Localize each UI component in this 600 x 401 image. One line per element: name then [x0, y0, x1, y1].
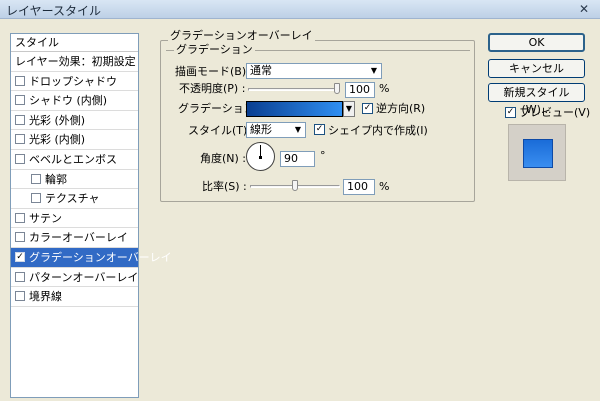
style-list-item[interactable]: サテン	[11, 209, 138, 229]
blend-mode-label: 描画モード(B) :	[175, 65, 254, 78]
group-title: グラデーションオーバーレイ	[168, 29, 315, 43]
style-list-item[interactable]: ベベルとエンボス	[11, 150, 138, 170]
gradient-style-value: 線形	[250, 123, 272, 136]
style-checkbox[interactable]	[15, 134, 25, 145]
style-list-item[interactable]: ドロップシャドウ	[11, 72, 138, 92]
opacity-slider-thumb[interactable]	[334, 83, 340, 94]
cancel-button[interactable]: キャンセル	[488, 59, 585, 78]
gradient-picker-button[interactable]: ▼	[343, 101, 355, 117]
style-list-item-label: シャドウ (内側)	[29, 94, 108, 108]
reverse-checkbox[interactable]: ✓	[362, 103, 373, 114]
style-list-item-label: レイヤー効果：初期設定	[15, 55, 136, 68]
style-list-item[interactable]: 輪郭	[11, 170, 138, 190]
style-list-item-label: 光彩 (外側)	[29, 113, 86, 127]
preview-checkbox[interactable]: ✓	[505, 107, 516, 118]
style-list-item[interactable]: カラーオーバーレイ	[11, 228, 138, 248]
angle-label: 角度(N) :	[200, 152, 247, 165]
style-checkbox[interactable]	[15, 95, 25, 106]
scale-value: 100	[347, 180, 368, 193]
style-list-item-label: ベベルとエンボス	[29, 152, 117, 166]
style-list-item[interactable]: 境界線	[11, 287, 138, 307]
close-icon[interactable]: ✕	[572, 1, 596, 17]
style-list-item[interactable]: 光彩 (外側)	[11, 111, 138, 131]
angle-dial-hand	[259, 145, 262, 159]
style-checkbox[interactable]: ✓	[15, 251, 25, 262]
layer-style-dialog: レイヤースタイル ✕ スタイル レイヤー効果：初期設定 ドロップシャドウ シャドウ …	[0, 0, 600, 401]
opacity-label: 不透明度(P) :	[179, 82, 246, 95]
style-checkbox[interactable]	[31, 173, 41, 184]
opacity-slider-track[interactable]	[248, 88, 340, 91]
style-list-item[interactable]: ✓ グラデーションオーバーレイ	[11, 247, 172, 268]
style-list-header[interactable]: スタイル	[11, 34, 138, 52]
chevron-down-icon: ▼	[345, 104, 353, 113]
style-checkbox[interactable]	[15, 153, 25, 164]
title-bar: レイヤースタイル ✕	[0, 0, 600, 19]
window-title: レイヤースタイル	[6, 4, 102, 18]
blend-mode-select[interactable]: 通常 ▼	[246, 63, 382, 79]
align-with-layer-label: シェイプ内で作成(I)	[328, 124, 428, 137]
style-list-item-label: グラデーションオーバーレイ	[29, 250, 172, 264]
chevron-down-icon: ▼	[370, 66, 378, 75]
style-checkbox[interactable]	[15, 212, 25, 223]
style-list-item-label: テクスチャ	[45, 192, 100, 206]
style-checkbox[interactable]	[15, 114, 25, 125]
style-label: スタイル(T) :	[188, 124, 255, 137]
angle-value: 90	[284, 152, 298, 165]
reverse-check-mark: ✓	[363, 103, 372, 113]
new-style-button[interactable]: 新規スタイル(W)...	[488, 83, 585, 116]
style-list-item[interactable]: シャドウ (内側)	[11, 91, 138, 111]
style-list-item-label: カラーオーバーレイ	[29, 231, 128, 245]
style-checkbox[interactable]	[15, 75, 25, 86]
style-list-item-label: 光彩 (内側)	[29, 133, 86, 147]
style-list-item[interactable]: レイヤー効果：初期設定	[11, 52, 138, 72]
blend-mode-value: 通常	[250, 64, 272, 77]
style-checkbox[interactable]	[31, 193, 41, 204]
preview-swatch	[523, 139, 553, 168]
style-list: スタイル レイヤー効果：初期設定 ドロップシャドウ シャドウ (内側) 光彩 (外側)…	[10, 33, 172, 398]
align-check-mark: ✓	[315, 124, 324, 134]
gradient-style-select[interactable]: 線形 ▼	[246, 122, 306, 138]
style-list-item[interactable]: テクスチャ	[11, 189, 138, 209]
style-list-item[interactable]: パターンオーバーレイ	[11, 268, 138, 288]
style-list-item[interactable]: 光彩 (内側)	[11, 130, 138, 150]
style-checkbox[interactable]	[15, 232, 25, 243]
scale-input[interactable]: 100	[343, 179, 375, 195]
style-checkbox[interactable]	[15, 271, 25, 282]
chevron-down-icon: ▼	[294, 125, 302, 134]
reverse-label: 逆方向(R)	[376, 102, 426, 115]
preview-check-mark: ✓	[506, 107, 515, 117]
opacity-unit: %	[379, 82, 390, 95]
style-checkbox[interactable]	[15, 291, 25, 302]
preview-thumbnail	[508, 124, 566, 181]
scale-unit: %	[379, 180, 390, 193]
style-list-item-label: ドロップシャドウ	[29, 74, 117, 88]
style-list-item-label: サテン	[29, 211, 62, 225]
style-list-item-label: パターンオーバーレイ	[29, 270, 139, 284]
gradient-section-title: グラデーション	[174, 43, 255, 57]
ok-button[interactable]: OK	[488, 33, 585, 52]
angle-unit: °	[320, 149, 326, 162]
angle-input[interactable]: 90	[280, 151, 315, 167]
align-with-layer-checkbox[interactable]: ✓	[314, 124, 325, 135]
opacity-input[interactable]: 100	[345, 82, 375, 98]
style-list-item-label: 境界線	[29, 290, 62, 304]
gradient-swatch[interactable]	[246, 101, 343, 117]
opacity-value: 100	[349, 83, 370, 96]
scale-label: 比率(S) :	[202, 180, 247, 193]
angle-dial[interactable]	[246, 142, 275, 171]
style-list-item-label: 輪郭	[45, 172, 67, 186]
scale-slider-thumb[interactable]	[292, 180, 298, 191]
preview-label: プレビュー(V)	[519, 106, 591, 119]
